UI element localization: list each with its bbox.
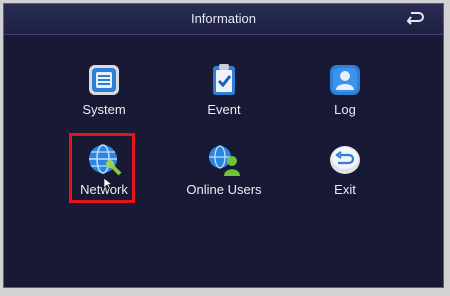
mouse-pointer-icon	[104, 178, 112, 190]
log-label: Log	[334, 102, 356, 117]
log-button[interactable]: Log	[290, 62, 400, 142]
back-button[interactable]	[405, 10, 425, 26]
log-user-icon	[330, 65, 360, 95]
system-button[interactable]: System	[49, 62, 159, 142]
online-users-button[interactable]: Online Users	[169, 142, 279, 222]
outer-frame: Information System Event Log Network Onl…	[0, 0, 450, 296]
exit-label: Exit	[334, 182, 356, 197]
window-title: Information	[190, 11, 257, 26]
title-bar: Information	[4, 4, 443, 35]
event-label: Event	[207, 102, 241, 117]
system-label: System	[82, 102, 126, 117]
return-arrow-icon	[406, 12, 424, 25]
system-info-icon	[89, 65, 119, 95]
information-window: Information System Event Log Network Onl…	[3, 3, 444, 288]
exit-icon	[330, 146, 360, 174]
event-button[interactable]: Event	[169, 62, 279, 142]
selection-highlight	[69, 133, 135, 203]
exit-button[interactable]: Exit	[290, 142, 400, 222]
event-clipboard-icon	[213, 64, 235, 95]
online-users-label: Online Users	[186, 182, 262, 197]
online-users-icon	[209, 145, 240, 176]
